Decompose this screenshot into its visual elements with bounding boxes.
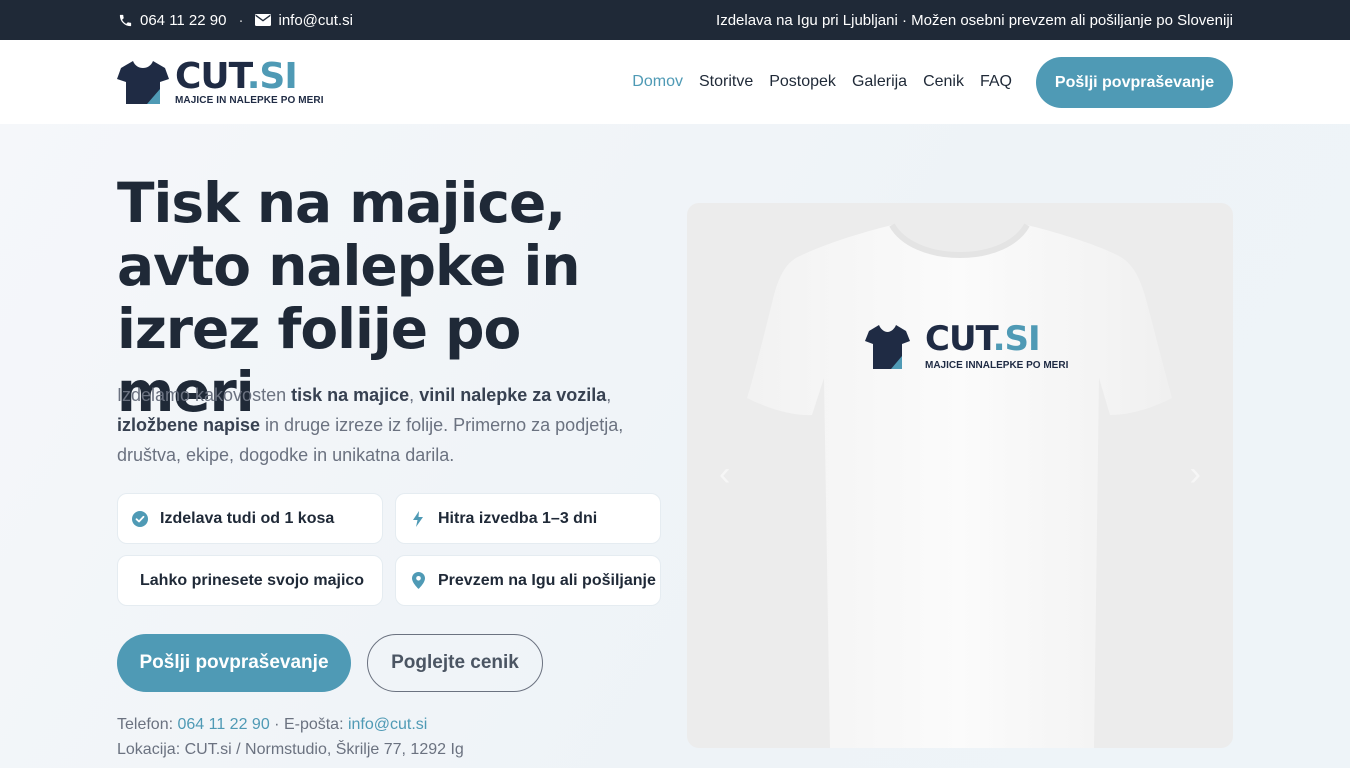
intro-bold: vinil nalepke za vozila	[419, 385, 607, 405]
intro-text: Izdelamo kakovosten	[117, 385, 292, 405]
tshirt-product-image	[747, 223, 1172, 748]
feature-card: Prevzem na Igu ali pošiljanje	[395, 555, 661, 606]
nav-postopek[interactable]: Postopek	[769, 73, 836, 91]
site-logo[interactable]: CUT.SI MAJICE IN NALEPKE PO MERI	[117, 56, 324, 109]
topbar-email[interactable]: info@cut.si	[278, 12, 352, 29]
topbar-separator: ·	[238, 11, 244, 29]
intro-bold: izložbene napise	[117, 415, 261, 435]
hero-title-line: avto nalepke in	[117, 234, 581, 298]
mail-icon	[255, 12, 272, 28]
phone-icon	[117, 12, 133, 28]
contact-phone-link[interactable]: 064 11 22 90	[177, 716, 269, 733]
shirt-brand-domain: .SI	[992, 319, 1041, 359]
hero-image-carousel[interactable]: CUT.SI MAJICE INNALEPKE PO MERI ‹ ›	[687, 203, 1233, 748]
nav-galerija[interactable]: Galerija	[852, 73, 907, 91]
tshirt-logo-icon	[117, 61, 169, 104]
shirt-logo-text: CUT.SI	[925, 319, 1041, 359]
feature-label: Hitra izvedba 1–3 dni	[438, 509, 598, 527]
inquiry-button[interactable]: Pošlji povpraševanje	[117, 634, 351, 692]
main-nav: Domov Storitve Postopek Galerija Cenik F…	[616, 40, 1012, 124]
intro-text: ,	[606, 385, 612, 405]
contact-location: Lokacija: CUT.si / Normstudio, Škrilje 7…	[117, 741, 464, 758]
feature-label: Izdelava tudi od 1 kosa	[160, 509, 335, 527]
phone-label: Telefon:	[117, 716, 178, 733]
hero-intro: Izdelamo kakovosten tisk na majice, vini…	[117, 380, 647, 470]
feature-label: Lahko prinesete svojo majico	[140, 571, 365, 589]
location-pin-icon	[410, 572, 426, 589]
shirt-tagline: MAJICE INNALEPKE PO MERI	[925, 360, 1069, 371]
topbar-phone[interactable]: 064 11 22 90	[140, 12, 226, 29]
feature-card: Lahko prinesete svojo majico	[117, 555, 383, 606]
check-circle-icon	[132, 510, 148, 527]
feature-card: Hitra izvedba 1–3 dni	[395, 493, 661, 544]
feature-card: Izdelava tudi od 1 kosa	[117, 493, 383, 544]
logo-domain: .SI	[246, 56, 298, 97]
hero-title-line: Tisk na majice,	[117, 171, 566, 235]
email-label: · E-pošta:	[269, 716, 348, 733]
logo-tagline: MAJICE IN NALEPKE PO MERI	[175, 95, 324, 106]
site-header: CUT.SI MAJICE IN NALEPKE PO MERI Domov S…	[0, 40, 1350, 124]
intro-bold: tisk na majice	[291, 385, 410, 405]
top-info-bar: 064 11 22 90 · info@cut.si Izdelava na I…	[0, 0, 1350, 40]
carousel-prev-icon[interactable]: ‹	[719, 455, 730, 494]
nav-cenik[interactable]: Cenik	[923, 73, 964, 91]
intro-text: ,	[409, 385, 420, 405]
nav-faq[interactable]: FAQ	[980, 73, 1012, 91]
shirt-brand: CUT	[925, 319, 994, 359]
feature-label: Prevzem na Igu ali pošiljanje	[438, 571, 656, 589]
bolt-icon	[410, 510, 426, 527]
carousel-next-icon[interactable]: ›	[1190, 455, 1201, 494]
header-inquiry-button[interactable]: Pošlji povpraševanje	[1036, 57, 1233, 108]
pricing-button[interactable]: Poglejte cenik	[367, 634, 543, 692]
contact-email-link[interactable]: info@cut.si	[348, 716, 427, 733]
nav-domov[interactable]: Domov	[632, 73, 683, 91]
contact-info: Telefon: 064 11 22 90 · E-pošta: info@cu…	[117, 712, 464, 762]
logo-name: CUT	[175, 56, 248, 97]
topbar-tagline: Izdelava na Igu pri Ljubljani · Možen os…	[716, 11, 1233, 29]
nav-storitve[interactable]: Storitve	[699, 73, 753, 91]
